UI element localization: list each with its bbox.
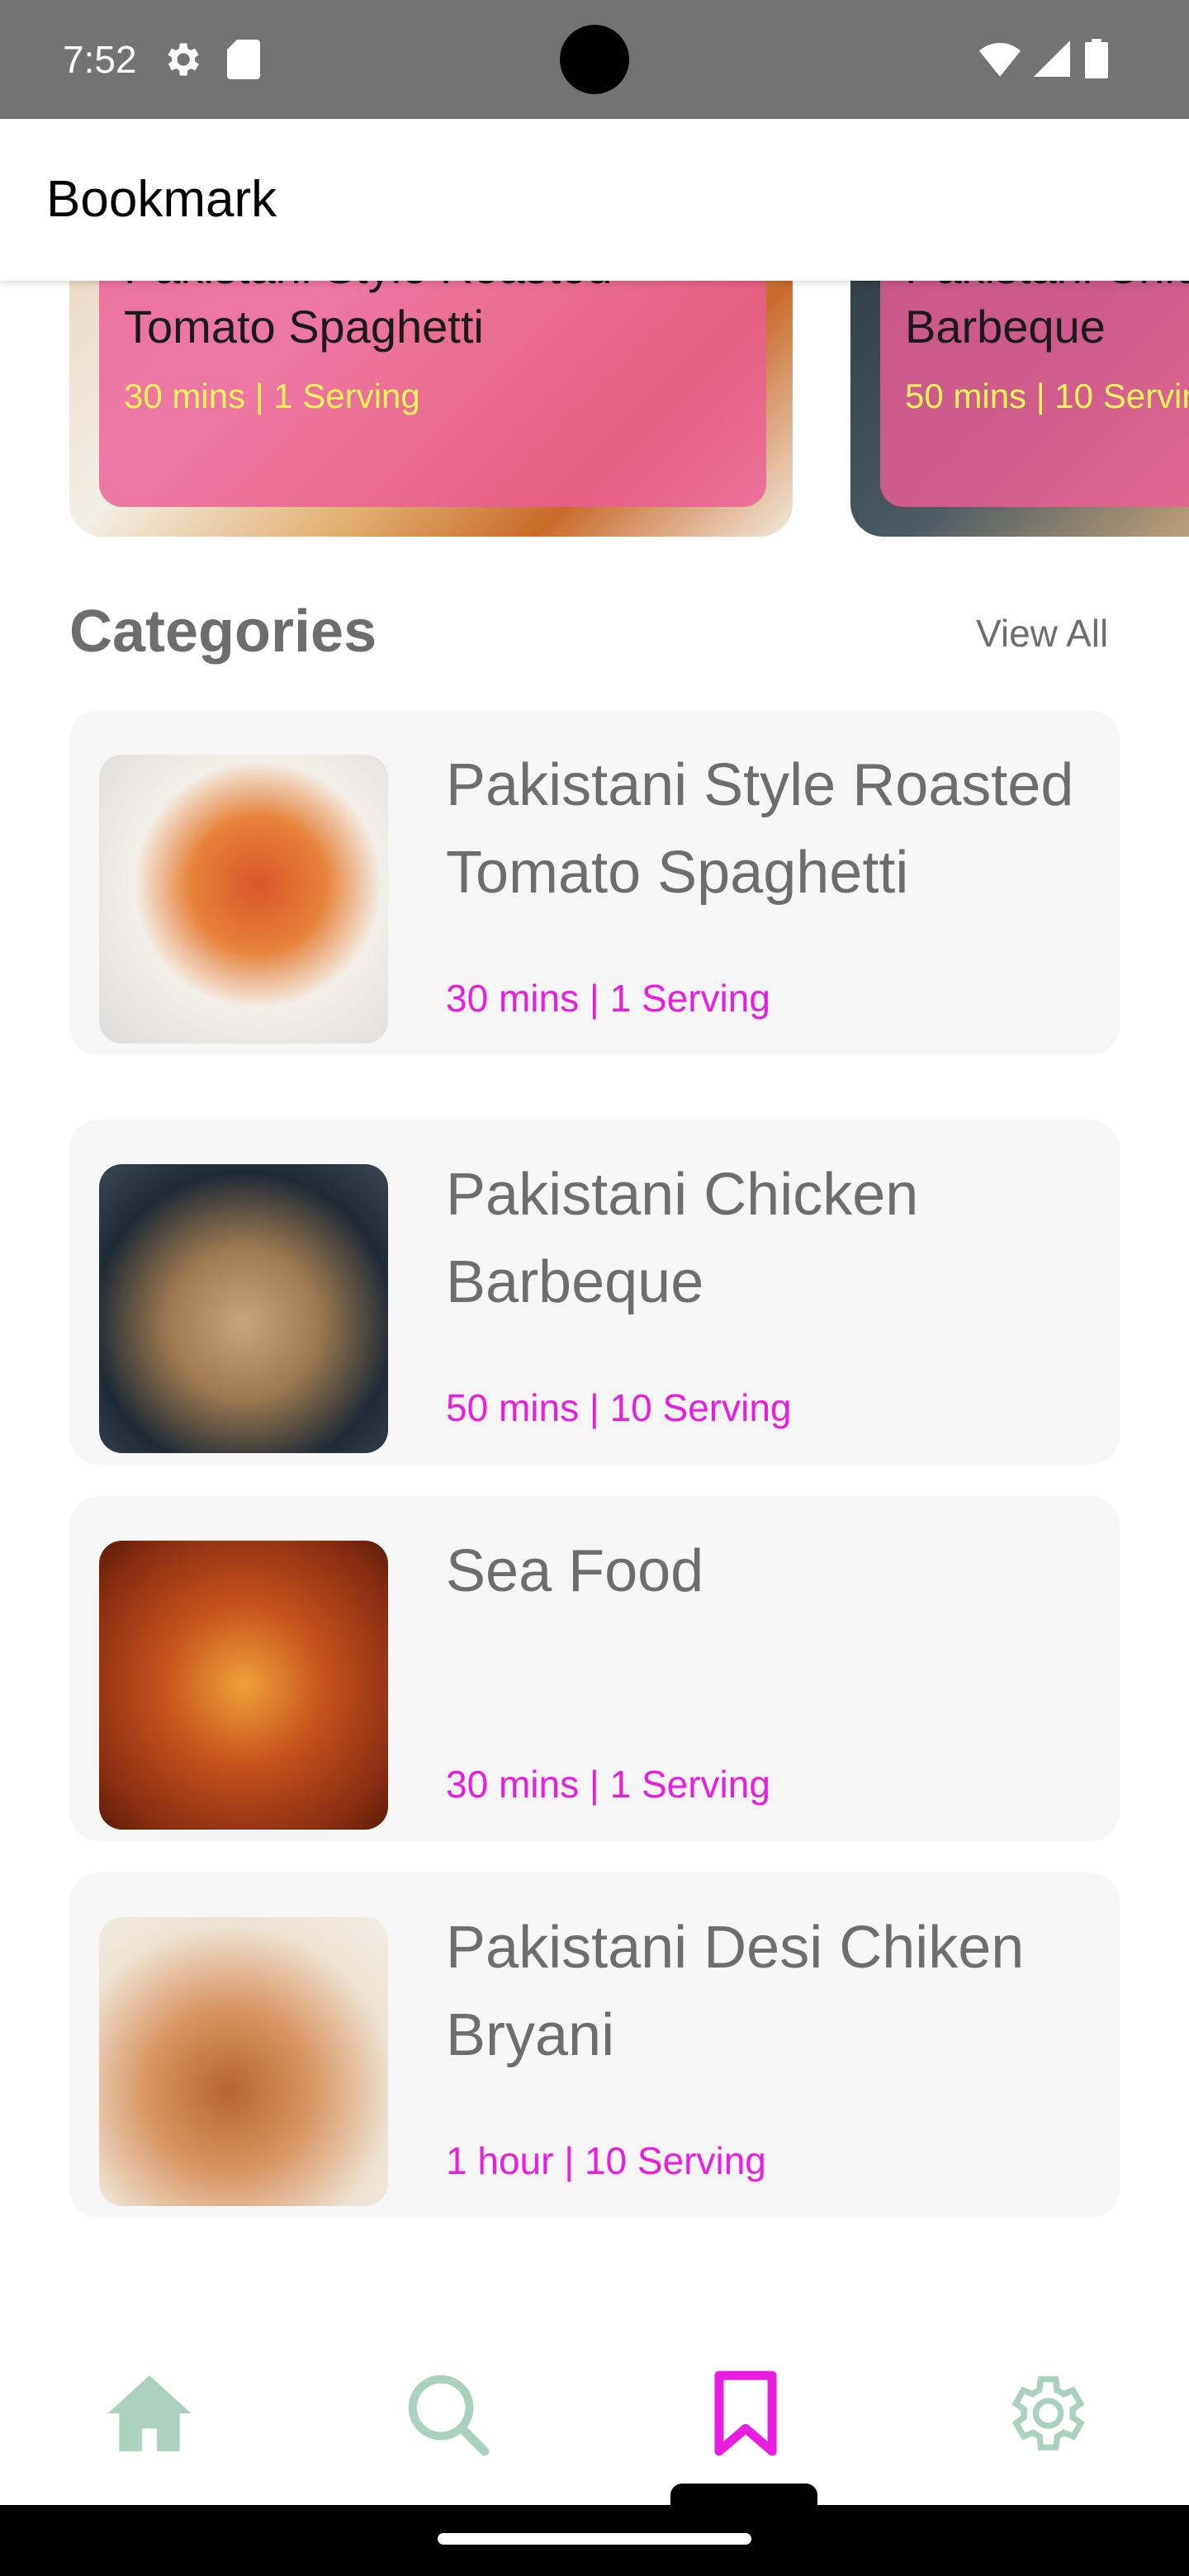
recipe-image — [99, 1917, 388, 2206]
bookmark-content[interactable]: Pakistani Style Roasted Tomato Spaghetti… — [0, 281, 1189, 2304]
featured-overlay: Pakistani Chicken Barbeque 50 mins | 10 … — [880, 281, 1189, 507]
recipe-meta: 30 mins | 1 Serving — [446, 977, 770, 1020]
search-icon[interactable] — [401, 2368, 492, 2459]
featured-card[interactable]: Pakistani Style Roasted Tomato Spaghetti… — [69, 281, 793, 537]
recipe-title: Sea Food — [446, 1538, 704, 1604]
featured-meta: 30 mins | 1 Serving — [124, 376, 420, 415]
view-all-link[interactable]: View All — [976, 611, 1108, 656]
categories-title: Categories — [69, 599, 377, 665]
system-gesture-bar — [0, 2505, 1189, 2576]
category-card[interactable]: Pakistani Chicken Barbeque 50 mins | 10 … — [69, 1120, 1120, 1465]
featured-card[interactable]: Pakistani Chicken Barbeque 50 mins | 10 … — [850, 281, 1189, 537]
gear-status-icon — [168, 43, 199, 76]
featured-title: Pakistani Style Roasted Tomato Spaghetti — [124, 281, 612, 353]
battery-icon — [1085, 39, 1108, 78]
camera-cutout — [560, 25, 629, 94]
active-tab-indicator — [670, 2484, 817, 2505]
page-title: Bookmark — [46, 171, 277, 228]
featured-overlay: Pakistani Style Roasted Tomato Spaghetti… — [99, 281, 766, 507]
featured-carousel[interactable]: Pakistani Style Roasted Tomato Spaghetti… — [0, 281, 1189, 537]
wifi-icon — [979, 43, 1021, 77]
status-time: 7:52 — [63, 38, 137, 81]
recipe-meta: 50 mins | 10 Serving — [446, 1386, 792, 1429]
gear-icon[interactable] — [999, 2368, 1090, 2459]
recipe-image — [99, 755, 388, 1044]
featured-meta: 50 mins | 10 Serving — [905, 376, 1189, 415]
bottom-nav — [0, 2304, 1189, 2505]
home-gesture-handle[interactable] — [438, 2533, 751, 2545]
signal-icon — [1034, 40, 1070, 77]
recipe-title: Pakistani Style Roasted Tomato Spaghetti — [446, 752, 1074, 906]
category-card[interactable]: Pakistani Style Roasted Tomato Spaghetti… — [69, 710, 1120, 1055]
app-bar: Bookmark — [0, 119, 1189, 281]
recipe-title: Pakistani Chicken Barbeque — [446, 1162, 919, 1315]
sd-card-icon — [227, 40, 260, 79]
status-bar: 7:52 — [0, 0, 1189, 119]
featured-title: Pakistani Chicken Barbeque — [905, 281, 1189, 353]
recipe-title: Pakistani Desi Chiken Bryani — [446, 1915, 1025, 2068]
recipe-image — [99, 1164, 388, 1453]
category-card[interactable]: Sea Food 30 mins | 1 Serving — [69, 1496, 1120, 1841]
bookmark-icon[interactable] — [700, 2368, 791, 2459]
recipe-meta: 30 mins | 1 Serving — [446, 1763, 770, 1806]
category-card[interactable]: Pakistani Desi Chiken Bryani 1 hour | 10… — [69, 1873, 1120, 2218]
home-icon[interactable] — [104, 2368, 195, 2459]
recipe-image — [99, 1541, 388, 1830]
recipe-meta: 1 hour | 10 Serving — [446, 2139, 766, 2182]
